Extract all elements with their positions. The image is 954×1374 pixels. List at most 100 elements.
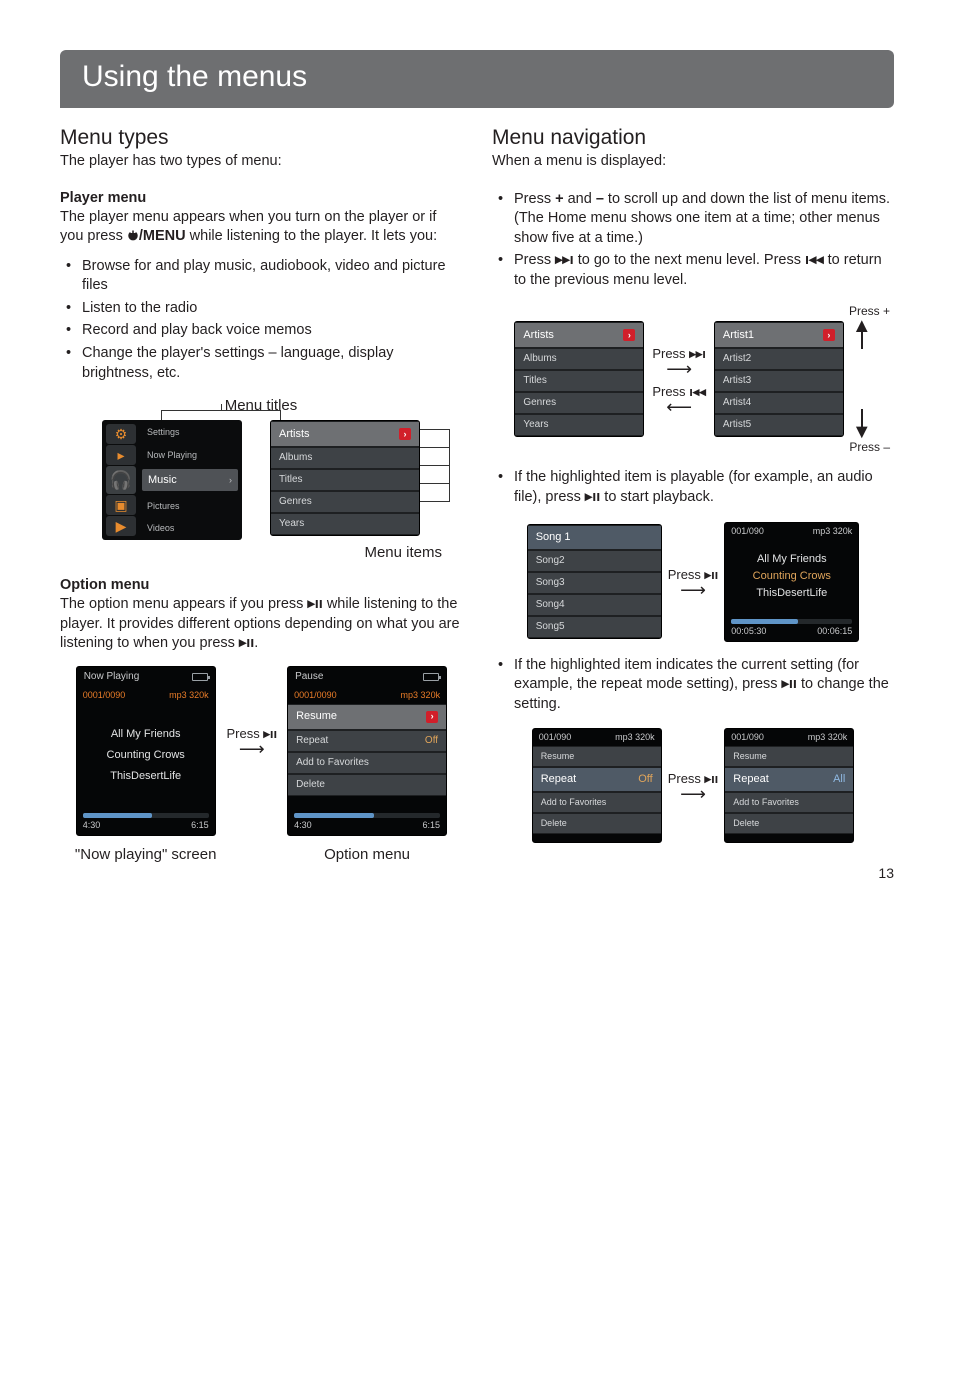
bullet: Listen to the radio <box>60 299 462 319</box>
left-column: Menu types The player has two types of m… <box>60 126 462 869</box>
time-elapsed: 4:30 <box>83 821 101 830</box>
list-row: Artist5 <box>715 414 843 436</box>
opt-row-selected: Resume› <box>288 704 446 730</box>
list-row: Albums <box>271 447 419 469</box>
home-menu-mock: ⚙ ▸ 🎧 ▣ ▶ Settings Now Playing Music› Pi… <box>102 420 242 540</box>
option-menu-intro: The option menu appears if you press ▸ıı… <box>60 595 462 654</box>
list-row: Song2 <box>528 550 661 572</box>
opt-row: Delete <box>533 813 661 834</box>
caption-option-menu: Option menu <box>324 846 410 863</box>
home-item: Settings <box>142 424 238 440</box>
track-album: ThisDesertLife <box>110 771 181 782</box>
time-elapsed: 00:05:30 <box>731 627 766 636</box>
menu-key-label: /MENU <box>139 228 186 244</box>
music-submenu-mock: Artists› Albums Titles Genres Years <box>270 420 420 536</box>
songs-menu-mock: Song 1 Song2 Song3 Song4 Song5 <box>527 524 662 639</box>
opt-row-selected: RepeatOff <box>533 767 661 792</box>
player-menu-intro: The player menu appears when you turn on… <box>60 208 462 247</box>
list-row: Genres <box>271 491 419 513</box>
option-menu-mock: Pause 0001/0090mp3 320k Resume› RepeatOf… <box>287 666 447 836</box>
subheading-option-menu: Option menu <box>60 577 462 593</box>
list-row: Artist3 <box>715 370 843 392</box>
section-lede: The player has two types of menu: <box>60 152 462 172</box>
bullet: Browse for and play music, audiobook, vi… <box>60 257 462 296</box>
repeat-menu-off: 001/090mp3 320k Resume RepeatOff Add to … <box>532 728 662 843</box>
nav-bullets-3: If the highlighted item indicates the cu… <box>492 656 894 715</box>
caption-menu-items: Menu items <box>60 544 462 561</box>
arrow-right-icon: ⟶ <box>239 744 265 755</box>
track-counter: 001/090 <box>539 733 572 742</box>
list-row: Song4 <box>528 594 661 616</box>
figure-option-menu: Now Playing 0001/0090mp3 320k All My Fri… <box>60 666 462 869</box>
repeat-menu-all: 001/090mp3 320k Resume RepeatAll Add to … <box>724 728 854 843</box>
arrow-left-icon: ⟵ <box>666 402 692 413</box>
track-artist: Counting Crows <box>107 750 185 761</box>
nowplaying-icon: ▸ <box>106 445 136 465</box>
list-row-selected: Artists› <box>271 421 419 447</box>
power-icon <box>127 230 139 242</box>
nav-bullets: Press + and – to scroll up and down the … <box>492 190 894 291</box>
bullet: Change the player's settings – language,… <box>60 344 462 383</box>
battery-icon <box>192 673 208 681</box>
music-icon: 🎧 <box>106 466 136 494</box>
now-playing-small-mock: 001/090mp3 320k All My Friends Counting … <box>724 522 859 642</box>
play-pause-icon: ▸ıı <box>782 676 797 692</box>
figure-play-item: Song 1 Song2 Song3 Song4 Song5 Press ▸ıı… <box>492 522 894 642</box>
play-pause-icon: ▸ıı <box>705 567 719 582</box>
bitrate: mp3 320k <box>813 527 853 536</box>
opt-row: Delete <box>725 813 853 834</box>
list-row: Albums <box>515 348 643 370</box>
right-column: Menu navigation When a menu is displayed… <box>492 126 894 869</box>
opt-title: Pause <box>295 672 323 682</box>
play-pause-icon: ▸ıı <box>263 726 277 741</box>
player-menu-bullets: Browse for and play music, audiobook, vi… <box>60 257 462 383</box>
figure-nav-levels: Artists› Albums Titles Genres Years Pres… <box>492 318 894 440</box>
opt-row: Add to Favorites <box>533 792 661 813</box>
list-row: Song5 <box>528 616 661 638</box>
settings-icon: ⚙ <box>106 424 136 444</box>
progress-bar <box>83 813 209 818</box>
opt-row: Add to Favorites <box>725 792 853 813</box>
bullet: Record and play back voice memos <box>60 321 462 341</box>
section-heading: Menu navigation <box>492 126 894 150</box>
list-row-selected: Artist1› <box>715 322 843 348</box>
list-row-selected: Artists› <box>515 322 643 348</box>
home-item: Now Playing <box>142 447 238 463</box>
track-title: All My Friends <box>111 729 181 740</box>
bitrate: mp3 320k <box>401 691 441 700</box>
two-column-layout: Menu types The player has two types of m… <box>60 126 894 869</box>
subheading-player-menu: Player menu <box>60 190 462 206</box>
bullet: Press ▸▸ı to go to the next menu level. … <box>492 251 894 290</box>
bullet: Press + and – to scroll up and down the … <box>492 190 894 249</box>
opt-row: Resume <box>725 746 853 767</box>
play-pause-icon: ▸ıı <box>705 771 719 786</box>
list-row: Years <box>515 414 643 436</box>
list-row: Artist4 <box>715 392 843 414</box>
list-row: Genres <box>515 392 643 414</box>
caption-now-playing: "Now playing" screen <box>75 846 217 863</box>
now-playing-mock: Now Playing 0001/0090mp3 320k All My Fri… <box>76 666 216 836</box>
arrow-down-icon: ▼ <box>852 409 872 440</box>
bitrate: mp3 320k <box>615 733 655 742</box>
arrow-right-icon: ⟶ <box>680 789 706 800</box>
nav-bullets-2: If the highlighted item is playable (for… <box>492 468 894 507</box>
text: . <box>254 635 258 651</box>
play-pause-icon: ▸ıı <box>239 635 254 651</box>
section-lede: When a menu is displayed: <box>492 152 894 172</box>
press-minus-label: Press – <box>492 440 894 454</box>
bitrate: mp3 320k <box>808 733 848 742</box>
track-counter: 0001/0090 <box>294 691 337 700</box>
videos-icon: ▶ <box>106 516 136 536</box>
page-number: 13 <box>878 865 894 881</box>
bullet: If the highlighted item indicates the cu… <box>492 656 894 715</box>
track-album: ThisDesertLife <box>756 588 827 599</box>
list-row: Artist2 <box>715 348 843 370</box>
arrow-right-icon: ⟶ <box>666 364 692 375</box>
chapter-title: Using the menus <box>60 50 894 108</box>
track-counter: 0001/0090 <box>83 691 126 700</box>
play-pause-icon: ▸ıı <box>585 489 600 505</box>
opt-row-selected: RepeatAll <box>725 767 853 792</box>
progress-bar <box>294 813 440 818</box>
list-row: Titles <box>271 469 419 491</box>
bitrate: mp3 320k <box>169 691 209 700</box>
